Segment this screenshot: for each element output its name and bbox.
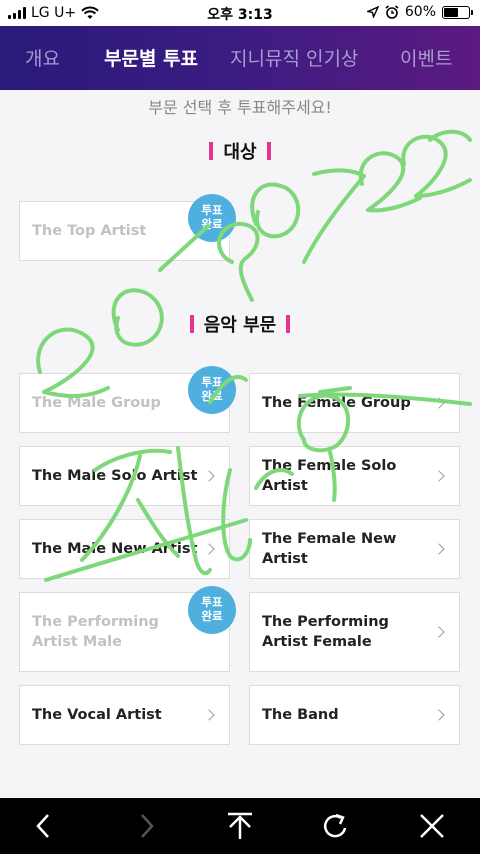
chevron-right-icon	[433, 397, 445, 409]
badge-line1: 투표	[201, 203, 223, 218]
card-label: The Performing Artist Male	[32, 612, 159, 653]
section-title-music-label: 음악 부문	[203, 315, 277, 336]
category-card-female-group[interactable]: The Female Group	[249, 373, 460, 433]
category-card-female-new[interactable]: The Female New Artist	[249, 519, 460, 579]
card-label: The Vocal Artist	[32, 706, 162, 723]
title-bar-left	[209, 142, 214, 160]
card-label-line2: Artist Male	[32, 634, 122, 650]
badge-line1: 투표	[201, 375, 223, 390]
badge-line2: 완료	[201, 389, 223, 403]
card-label: The Band	[262, 706, 339, 723]
close-button[interactable]	[402, 798, 462, 854]
close-icon	[420, 814, 444, 838]
category-card-vocal[interactable]: The Vocal Artist	[19, 685, 230, 745]
card-label: The Male New Artist	[32, 540, 198, 557]
chevron-right-icon	[433, 543, 445, 555]
card-label: The Top Artist	[32, 222, 147, 239]
category-card-male-new[interactable]: The Male New Artist	[19, 519, 230, 579]
back-button[interactable]	[14, 798, 74, 854]
chevron-right-icon	[433, 709, 445, 721]
card-label-line2: Artist Female	[262, 634, 372, 650]
section-title-grand: 대상	[0, 138, 480, 164]
vote-content[interactable]: 부문 선택 후 투표해주세요! 대상 The Top Artist 투표 완료 …	[0, 90, 480, 798]
browser-toolbar	[0, 798, 480, 854]
arrow-up-icon	[228, 812, 252, 839]
scroll-top-button[interactable]	[210, 798, 270, 854]
badge-line2: 완료	[201, 217, 223, 231]
card-label: The Male Solo Artist	[32, 467, 198, 484]
card-label-line1: The Performing	[32, 613, 159, 630]
tab-category-vote[interactable]: 부문별 투표	[104, 44, 198, 71]
reload-button[interactable]	[306, 798, 366, 854]
badge-line2: 완료	[201, 609, 223, 623]
chevron-right-icon	[203, 470, 215, 482]
alarm-icon	[385, 5, 399, 19]
category-card-performing-female[interactable]: The Performing Artist Female	[249, 592, 460, 672]
battery-icon	[442, 5, 473, 19]
title-bar-right	[266, 142, 271, 160]
tab-event[interactable]: 이벤트	[400, 44, 452, 71]
status-right: 60%	[366, 4, 473, 20]
section-title-music: 음악 부문	[0, 311, 480, 337]
card-label: The Female New Artist	[262, 530, 397, 567]
category-tab-bar: 개요 부문별 투표 지니뮤직 인기상 이벤트	[0, 26, 480, 90]
vote-done-badge: 투표 완료	[188, 586, 236, 634]
chevron-right-icon	[141, 814, 154, 838]
tab-genie-popularity[interactable]: 지니뮤직 인기상	[230, 44, 358, 71]
title-bar-right	[286, 315, 291, 333]
vote-done-badge: 투표 완료	[188, 366, 236, 414]
reload-icon	[324, 813, 347, 838]
chevron-right-icon	[433, 470, 445, 482]
status-bar: LG U+ 오후 3:13 60%	[0, 0, 480, 26]
badge-line1: 투표	[201, 595, 223, 610]
battery-percent: 60%	[404, 4, 436, 20]
category-card-male-solo[interactable]: The Male Solo Artist	[19, 446, 230, 506]
chevron-left-icon	[36, 814, 49, 838]
card-label: The Male Group	[32, 394, 161, 411]
vote-done-badge: 투표 완료	[188, 194, 236, 242]
chevron-right-icon	[203, 709, 215, 721]
category-card-band[interactable]: The Band	[249, 685, 460, 745]
chevron-right-icon	[203, 543, 215, 555]
card-label: The Female Group	[262, 394, 411, 411]
forward-button[interactable]	[116, 798, 176, 854]
title-bar-left	[189, 315, 194, 333]
chevron-right-icon	[433, 626, 445, 638]
tab-overview[interactable]: 개요	[25, 44, 60, 71]
category-card-female-solo[interactable]: The Female Solo Artist	[249, 446, 460, 506]
intro-text: 부문 선택 후 투표해주세요!	[148, 98, 332, 117]
section-title-grand-label: 대상	[223, 142, 257, 163]
card-label-line1: The Performing	[262, 613, 389, 630]
card-label: The Performing Artist Female	[262, 612, 389, 653]
card-label: The Female Solo Artist	[262, 457, 397, 494]
location-icon	[366, 6, 379, 18]
